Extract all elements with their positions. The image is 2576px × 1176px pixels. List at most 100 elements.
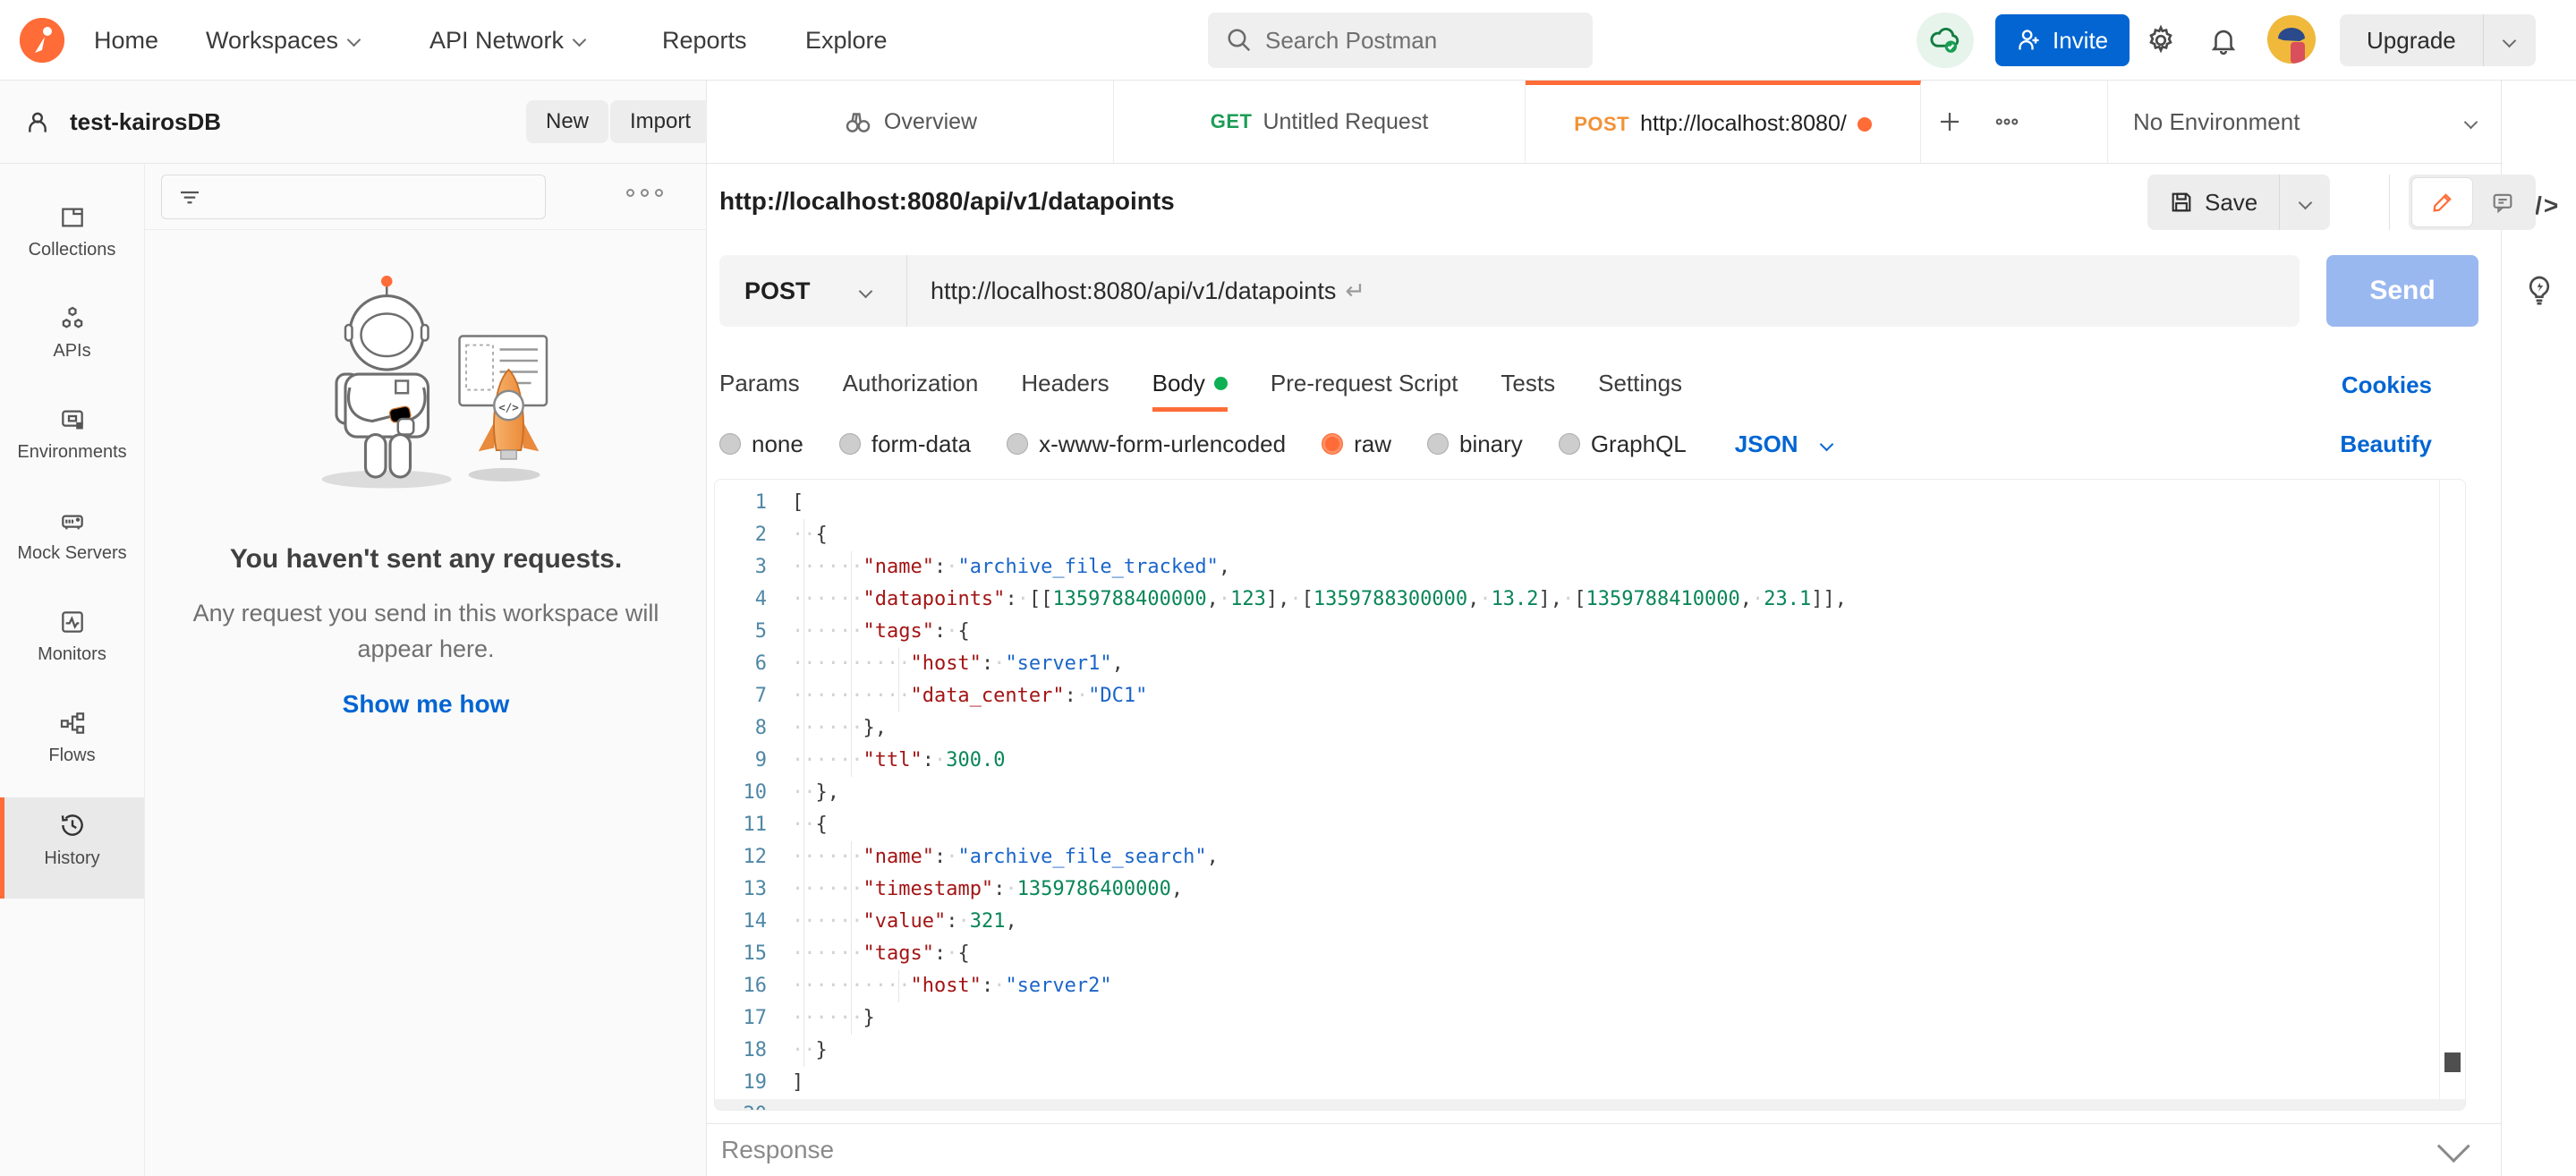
save-floppy-icon — [2169, 190, 2194, 215]
code-line[interactable]: 19] — [715, 1067, 2465, 1099]
nav-explore[interactable]: Explore — [805, 0, 888, 81]
workspace-name[interactable]: test-kairosDB — [23, 81, 221, 164]
sidebar-item-environments[interactable]: Environments — [0, 393, 144, 494]
beautify-link[interactable]: Beautify — [2340, 430, 2432, 458]
body-code-editor[interactable]: 1[2··{3······"name":·"archive_file_track… — [714, 479, 2466, 1111]
environments-icon — [58, 405, 87, 434]
notifications-bell-icon[interactable] — [2203, 20, 2244, 61]
code-line[interactable]: 4······"datapoints":·[[1359788400000,·12… — [715, 584, 2465, 616]
upgrade-dropdown-button[interactable] — [2484, 14, 2536, 66]
code-line[interactable]: 2··{ — [715, 519, 2465, 551]
tab-untitled-request[interactable]: GET Untitled Request — [1114, 81, 1526, 163]
mode-graphql[interactable]: GraphQL — [1559, 430, 1687, 458]
sync-status-icon[interactable] — [1917, 13, 1974, 68]
body-modified-dot — [1214, 377, 1228, 390]
tab-post-localhost[interactable]: POST http://localhost:8080/ — [1526, 81, 1921, 163]
code-content: ··}, — [792, 777, 2465, 809]
sidebar-item-flows[interactable]: Flows — [0, 696, 144, 797]
code-line[interactable]: 3······"name":·"archive_file_tracked", — [715, 551, 2465, 584]
save-dropdown-button[interactable] — [2280, 175, 2330, 230]
sidebar-item-apis[interactable]: APIs — [0, 292, 144, 393]
environment-selector[interactable]: No Environment — [2107, 81, 2501, 164]
new-button[interactable]: New — [526, 100, 608, 143]
chevron-down-icon — [347, 33, 361, 47]
tab-authorization[interactable]: Authorization — [843, 370, 979, 401]
chevron-down-icon — [2464, 115, 2478, 129]
code-line[interactable]: 11··{ — [715, 809, 2465, 841]
settings-gear-icon[interactable] — [2140, 20, 2181, 61]
mode-urlencoded[interactable]: x-www-form-urlencoded — [1007, 430, 1286, 458]
code-line[interactable]: 10··}, — [715, 777, 2465, 809]
show-me-how-link[interactable]: Show me how — [145, 690, 707, 719]
cookies-link[interactable]: Cookies — [2342, 371, 2432, 399]
line-number: 13 — [715, 873, 792, 906]
code-content: ······"tags":·{ — [792, 938, 2465, 970]
sidebar-item-monitors[interactable]: Monitors — [0, 595, 144, 696]
code-line[interactable]: 8······}, — [715, 712, 2465, 745]
nav-home[interactable]: Home — [94, 0, 158, 81]
code-line[interactable]: 20 — [715, 1099, 2465, 1111]
chevron-down-icon[interactable] — [2437, 1129, 2470, 1163]
code-line[interactable]: 1[ — [715, 487, 2465, 519]
mode-raw[interactable]: raw — [1322, 430, 1391, 458]
tab-headers[interactable]: Headers — [1021, 370, 1109, 401]
url-input[interactable]: http://localhost:8080/api/v1/datapoints↵ — [907, 277, 2300, 305]
sidebar-item-mock-servers[interactable]: Mock Servers — [0, 494, 144, 595]
mode-binary[interactable]: binary — [1427, 430, 1523, 458]
mode-form-data[interactable]: form-data — [839, 430, 971, 458]
import-button[interactable]: Import — [610, 100, 710, 143]
response-section-header[interactable]: Response — [707, 1123, 2501, 1176]
pencil-icon — [2430, 190, 2455, 215]
code-line[interactable]: 5······"tags":·{ — [715, 616, 2465, 648]
line-number: 18 — [715, 1035, 792, 1067]
comments-button[interactable] — [2472, 178, 2532, 226]
line-number: 3 — [715, 551, 792, 584]
nav-reports[interactable]: Reports — [662, 0, 747, 81]
search-input[interactable]: Search Postman — [1208, 13, 1593, 68]
code-line[interactable]: 12······"name":·"archive_file_search", — [715, 841, 2465, 873]
tab-pre-request-script[interactable]: Pre-request Script — [1271, 370, 1458, 401]
tab-overview[interactable]: Overview — [707, 81, 1114, 163]
send-button[interactable]: Send — [2326, 255, 2478, 327]
edit-pencil-button[interactable] — [2412, 178, 2472, 226]
code-line[interactable]: 16··········"host":·"server2" — [715, 970, 2465, 1002]
history-filter-input[interactable] — [161, 175, 546, 219]
code-line[interactable]: 9······"ttl":·300.0 — [715, 745, 2465, 777]
postman-logo-icon[interactable] — [20, 18, 64, 63]
code-content: ··········"host":·"server1", — [792, 648, 2465, 680]
chevron-down-icon — [1819, 437, 1833, 451]
sidebar-item-history[interactable]: History — [0, 797, 144, 899]
code-line[interactable]: 6··········"host":·"server1", — [715, 648, 2465, 680]
history-options-icon[interactable] — [626, 189, 663, 197]
editor-scrollbar-thumb[interactable] — [2444, 1052, 2461, 1072]
code-line[interactable]: 15······"tags":·{ — [715, 938, 2465, 970]
code-line[interactable]: 18··} — [715, 1035, 2465, 1067]
postbot-lightbulb-icon[interactable] — [2502, 264, 2576, 318]
nav-api-network[interactable]: API Network — [429, 0, 584, 81]
line-number: 8 — [715, 712, 792, 745]
code-line[interactable]: 17······} — [715, 1002, 2465, 1035]
upgrade-button[interactable]: Upgrade — [2340, 14, 2484, 66]
invite-button[interactable]: Invite — [1995, 14, 2130, 66]
code-line[interactable]: 14······"value":·321, — [715, 906, 2465, 938]
save-button[interactable]: Save — [2147, 175, 2280, 230]
sidebar-item-collections[interactable]: Collections — [0, 191, 144, 292]
code-line[interactable]: 13······"timestamp":·1359786400000, — [715, 873, 2465, 906]
line-number: 17 — [715, 1002, 792, 1035]
url-bar: POST http://localhost:8080/api/v1/datapo… — [719, 255, 2300, 327]
line-number: 7 — [715, 680, 792, 712]
tab-options-icon[interactable] — [1978, 81, 2036, 163]
nav-workspaces[interactable]: Workspaces — [206, 0, 359, 81]
filter-icon — [176, 183, 203, 210]
mode-none[interactable]: none — [719, 430, 803, 458]
tab-tests[interactable]: Tests — [1501, 370, 1555, 401]
folder-icon — [58, 203, 87, 232]
tab-body[interactable]: Body — [1152, 370, 1228, 401]
method-dropdown[interactable]: POST — [719, 255, 907, 327]
language-dropdown[interactable]: JSON — [1735, 430, 1832, 458]
tab-params[interactable]: Params — [719, 370, 800, 401]
new-tab-button[interactable] — [1921, 81, 1978, 163]
code-line[interactable]: 7··········"data_center":·"DC1" — [715, 680, 2465, 712]
tab-settings[interactable]: Settings — [1598, 370, 1682, 401]
user-avatar[interactable] — [2267, 15, 2316, 64]
